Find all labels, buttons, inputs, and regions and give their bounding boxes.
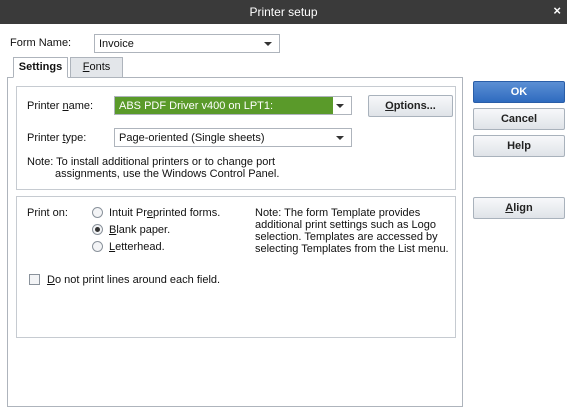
printer-name-dropdown[interactable]: ABS PDF Driver v400 on LPT1: bbox=[114, 96, 352, 115]
radio-blank-paper[interactable] bbox=[92, 224, 103, 235]
cancel-button[interactable]: Cancel bbox=[473, 108, 565, 130]
form-name-value: Invoice bbox=[99, 38, 134, 50]
form-name-label: Form Name: bbox=[10, 37, 72, 49]
template-note-line1: Note: The form Template provides bbox=[255, 207, 421, 219]
template-note-line3: selection. Templates are accessed by bbox=[255, 231, 438, 243]
print-on-group: Print on: Intuit Preprinted forms. Blank… bbox=[16, 196, 456, 338]
radio-intuit-preprinted-label[interactable]: Intuit Preprinted forms. bbox=[109, 207, 220, 219]
template-note-line2: additional print settings such as Logo bbox=[255, 219, 437, 231]
no-lines-checkbox-label[interactable]: Do not print lines around each field. bbox=[47, 274, 220, 286]
radio-blank-paper-label[interactable]: Blank paper. bbox=[109, 224, 170, 236]
options-button[interactable]: Options... bbox=[368, 95, 453, 117]
chevron-down-icon bbox=[336, 136, 344, 140]
chevron-down-icon bbox=[264, 42, 272, 46]
printer-name-value: ABS PDF Driver v400 on LPT1: bbox=[119, 100, 274, 112]
no-lines-checkbox[interactable] bbox=[29, 274, 40, 285]
radio-letterhead[interactable] bbox=[92, 241, 103, 252]
print-on-label: Print on: bbox=[27, 207, 68, 219]
tab-fonts[interactable]: Fonts bbox=[70, 57, 123, 77]
title-bar: Printer setup × bbox=[0, 0, 567, 24]
printer-type-label: Printer type: bbox=[27, 132, 87, 144]
radio-letterhead-label[interactable]: Letterhead. bbox=[109, 241, 165, 253]
template-note-line4: selecting Templates from the List menu. bbox=[255, 243, 449, 255]
help-button[interactable]: Help bbox=[473, 135, 565, 157]
printer-type-dropdown[interactable]: Page-oriented (Single sheets) bbox=[114, 128, 352, 147]
form-name-dropdown[interactable]: Invoice bbox=[94, 34, 280, 53]
align-button[interactable]: Align bbox=[473, 197, 565, 219]
tab-fonts-label: onts bbox=[89, 61, 111, 73]
printer-name-label: Printer name: bbox=[27, 100, 94, 112]
printer-type-value: Page-oriented (Single sheets) bbox=[119, 132, 265, 144]
ok-button[interactable]: OK bbox=[473, 81, 565, 103]
chevron-down-icon bbox=[336, 104, 344, 108]
printer-note-line2: assignments, use the Windows Control Pan… bbox=[55, 168, 280, 180]
printer-group: Printer name: ABS PDF Driver v400 on LPT… bbox=[16, 86, 456, 190]
close-icon[interactable]: × bbox=[553, 3, 561, 18]
window-title: Printer setup bbox=[249, 5, 318, 19]
printer-note-line1: Note: To install additional printers or … bbox=[27, 156, 276, 168]
tab-settings[interactable]: Settings bbox=[13, 57, 68, 78]
settings-panel: Printer name: ABS PDF Driver v400 on LPT… bbox=[7, 77, 463, 407]
printer-setup-dialog: Form Name: Invoice Settings Fonts Printe… bbox=[0, 24, 567, 412]
tab-settings-label: Settings bbox=[18, 61, 63, 73]
radio-intuit-preprinted[interactable] bbox=[92, 207, 103, 218]
